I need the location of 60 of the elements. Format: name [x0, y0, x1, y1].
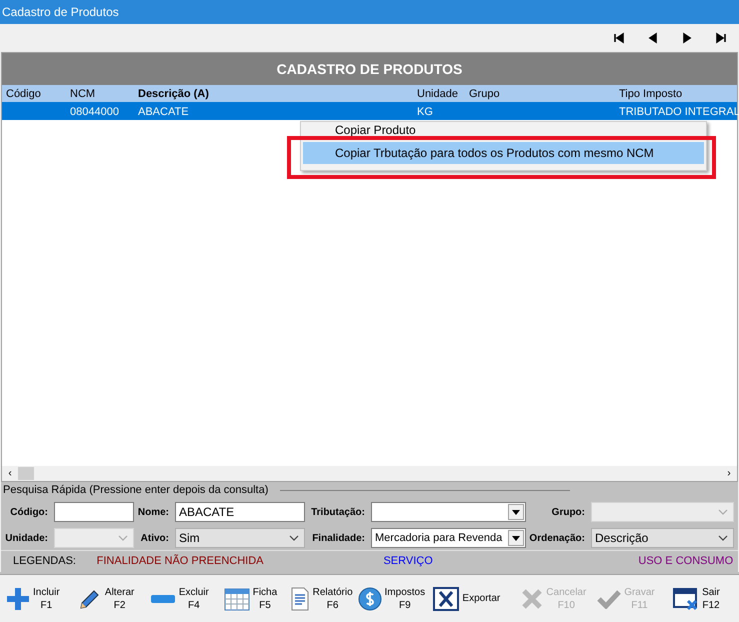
scroll-right-button[interactable]: ›	[721, 466, 737, 481]
scrollbar-thumb[interactable]	[18, 467, 34, 480]
field-label: Ativo:	[140, 532, 170, 546]
toolbar-button[interactable]: Relatório F6	[290, 580, 358, 616]
dropdown[interactable]: Sim	[175, 528, 305, 548]
field-value: Mercadoria para Revenda	[374, 530, 504, 546]
plus-icon	[6, 586, 30, 610]
minus-icon	[150, 594, 176, 604]
table-cell-text: KG	[417, 105, 433, 120]
toolbar-button[interactable]: Exportar	[433, 580, 522, 616]
legend-item: SERVIÇO	[383, 554, 434, 570]
window-x-icon	[673, 586, 700, 610]
cross-icon	[521, 588, 544, 610]
grid-title: CADASTRO DE PRODUTOS	[276, 60, 462, 78]
toolbar-button[interactable]: Alterar F2	[78, 580, 150, 616]
menu-item[interactable]: Copiar Trbutação para todos os Produtos com mesmo NCM	[303, 142, 704, 164]
toolbar-button[interactable]: Sair F12	[673, 580, 739, 616]
first-record-icon[interactable]	[613, 32, 625, 44]
field-label: Unidade:	[4, 532, 49, 546]
column-header-label[interactable]: Unidade	[417, 86, 458, 102]
dropdown[interactable]: Mercadoria para Revenda	[371, 528, 526, 548]
column-header-label[interactable]: Descrição (A)	[138, 86, 209, 102]
search-panel-title: Pesquisa Rápida (Pressione enter depois da consulta)	[3, 482, 268, 498]
toolbar-button[interactable]: Excluir F4	[150, 580, 224, 616]
toolbar-button[interactable]: Incluir F1	[6, 580, 78, 616]
field-value: Sim	[178, 530, 201, 547]
menu-item[interactable]: Copiar Produto	[303, 123, 704, 137]
input-field[interactable]	[54, 502, 134, 522]
previous-record-icon[interactable]	[647, 32, 659, 44]
field-label: Finalidade:	[311, 532, 366, 546]
legend-label: LEGENDAS:	[13, 554, 77, 570]
table-cell-text: ABACATE	[138, 105, 189, 120]
table-cell-text: 08044000	[70, 105, 119, 120]
last-record-icon[interactable]	[715, 32, 727, 44]
column-header-label[interactable]: Código	[6, 86, 41, 102]
x-box-icon	[433, 586, 460, 610]
dropdown[interactable]: Descrição	[591, 528, 734, 548]
field-label: Ordenação:	[528, 532, 586, 546]
toolbar-button[interactable]: Ficha F5	[224, 580, 290, 616]
toolbar-button[interactable]: Impostos F9	[358, 580, 434, 616]
field-label: Código:	[9, 506, 49, 520]
next-record-icon[interactable]	[681, 32, 693, 44]
field-label: Tributação:	[310, 506, 366, 520]
legend-item: FINALIDADE NÃO PREENCHIDA	[96, 553, 265, 570]
field-label: Nome:	[136, 506, 170, 520]
dollar-icon	[358, 586, 382, 610]
scroll-left-button[interactable]: ‹	[2, 466, 18, 481]
legend-item: USO E CONSUMO	[638, 554, 734, 570]
dropdown[interactable]	[371, 502, 526, 522]
column-header-label[interactable]: Grupo	[469, 86, 500, 102]
horizontal-scrollbar[interactable]: ‹ ›	[2, 466, 737, 481]
window-title: Cadastro de Produtos	[2, 4, 119, 21]
field-label: Grupo:	[550, 506, 586, 520]
column-header-label[interactable]: NCM	[70, 86, 96, 102]
document-icon	[290, 586, 310, 610]
field-value: Descrição	[594, 530, 650, 547]
calendar-icon	[224, 586, 250, 610]
check-icon	[597, 588, 622, 608]
column-header-label[interactable]: Tipo Imposto	[619, 86, 682, 102]
input-field[interactable]: ABACATE	[175, 502, 305, 522]
